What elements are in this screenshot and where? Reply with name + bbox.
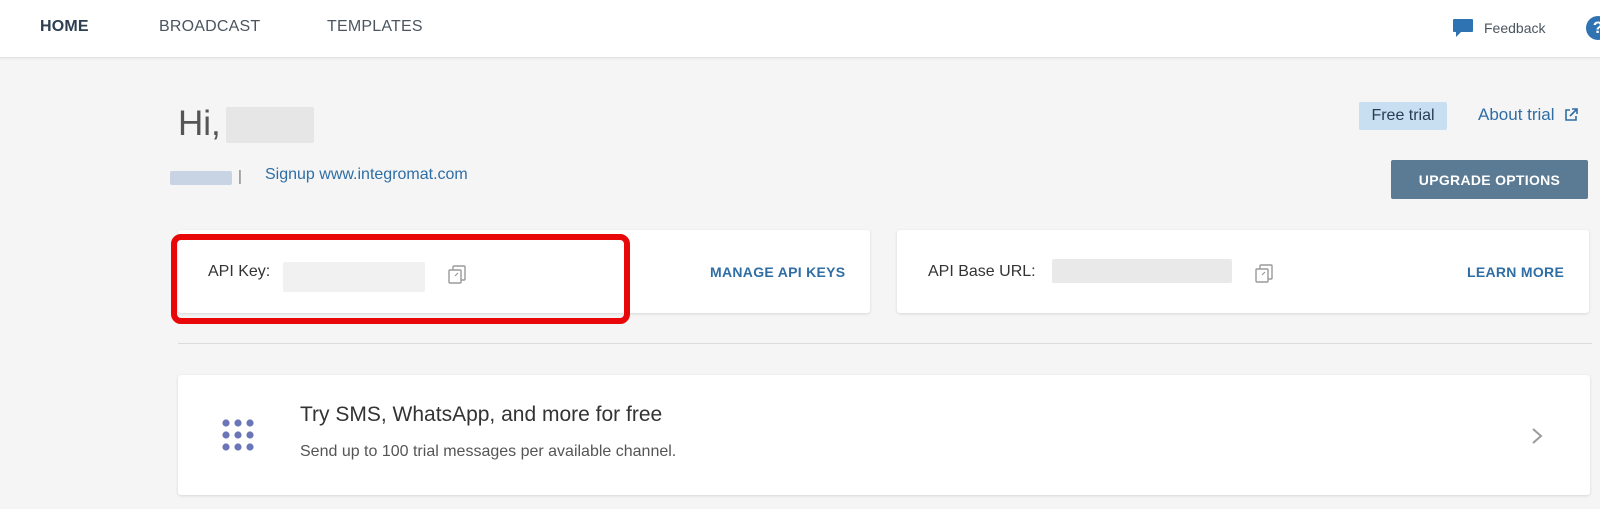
redacted-user-name [226, 107, 314, 143]
redacted-api-key [283, 262, 425, 292]
upgrade-options-button[interactable]: UPGRADE OPTIONS [1391, 160, 1588, 199]
api-key-label: API Key: [208, 263, 271, 280]
chat-bubble-icon [1453, 19, 1473, 37]
greeting-heading: Hi, [178, 104, 221, 143]
manage-api-keys-link[interactable]: MANAGE API KEYS [710, 264, 845, 280]
copy-icon[interactable] [1253, 262, 1275, 284]
feedback-label: Feedback [1484, 20, 1546, 36]
about-trial-label: About trial [1478, 105, 1555, 124]
section-divider [178, 343, 1592, 344]
api-base-url-label: API Base URL: [928, 263, 1036, 280]
tab-templates[interactable]: TEMPLATES [327, 18, 423, 36]
redacted-api-base-url [1052, 259, 1232, 283]
promo-title: Try SMS, WhatsApp, and more for free [300, 403, 663, 426]
copy-icon[interactable] [446, 263, 468, 285]
tab-home[interactable]: HOME [40, 18, 89, 36]
free-trial-badge: Free trial [1359, 102, 1447, 130]
promo-card[interactable]: Try SMS, WhatsApp, and more for free Sen… [178, 375, 1590, 495]
top-navigation-bar: HOME BROADCAST TEMPLATES Feedback ? [0, 0, 1600, 58]
redacted-account-name [170, 171, 232, 185]
question-circle-icon[interactable]: ? [1586, 16, 1600, 40]
account-separator: | [238, 168, 242, 185]
api-base-url-card: API Base URL: LEARN MORE [897, 230, 1589, 313]
about-trial-link[interactable]: About trial [1478, 105, 1578, 125]
external-link-icon [1564, 108, 1578, 121]
tab-broadcast[interactable]: BROADCAST [159, 18, 260, 36]
promo-subtitle: Send up to 100 trial messages per availa… [300, 443, 677, 460]
dots-grid-icon [222, 419, 254, 451]
signup-link[interactable]: Signup www.integromat.com [265, 166, 468, 184]
feedback-button[interactable]: Feedback [1452, 15, 1545, 41]
chevron-right-icon [1532, 428, 1543, 444]
learn-more-link[interactable]: LEARN MORE [1467, 264, 1564, 280]
api-key-card: API Key: MANAGE API KEYS [178, 230, 870, 313]
